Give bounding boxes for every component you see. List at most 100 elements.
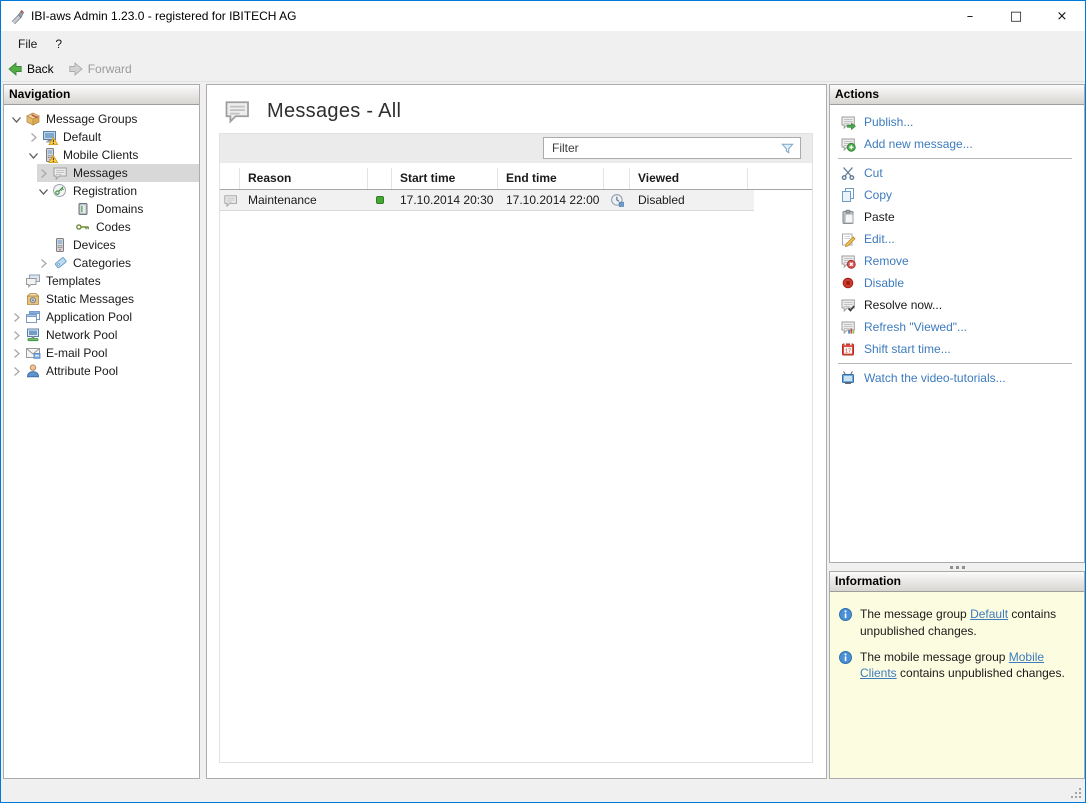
column-end-time[interactable]: End time [498,168,604,189]
calendar-icon [840,341,856,357]
chevron-down-icon[interactable] [10,113,23,126]
column-row-icon[interactable] [220,168,240,189]
navigation-panel: Navigation Message Groups Default Mobile… [3,84,200,779]
back-label: Back [27,62,54,76]
table-row[interactable]: Maintenance 17.10.2014 20:30 17.10.2014 … [220,190,754,211]
navigation-toolbar: Back Forward [1,56,1085,82]
action-label: Watch the video-tutorials... [864,371,1006,385]
paste-action[interactable]: Paste [830,206,1084,228]
action-label: Copy [864,188,892,202]
cut-action[interactable]: Cut [830,162,1084,184]
action-label: Resolve now... [864,298,942,312]
tree-item-static-messages[interactable]: Static Messages [10,290,199,308]
expander-spacer [60,221,73,234]
remove-action[interactable]: Remove [830,250,1084,272]
envelope-icon [25,345,41,361]
tree-item-email-pool[interactable]: E-mail Pool [10,344,199,362]
action-label: Edit... [864,232,895,246]
navigation-tree: Message Groups Default Mobile Clients Me… [4,105,199,380]
page-title: Messages - All [267,100,401,123]
tree-label: E-mail Pool [46,345,110,362]
watch-video-tutorials-action[interactable]: Watch the video-tutorials... [830,367,1084,389]
column-viewed-icon[interactable] [604,168,630,189]
chevron-right-icon[interactable] [37,257,50,270]
actions-list: Publish... Add new message... Cut Copy [830,105,1084,389]
tree-item-application-pool[interactable]: Application Pool [10,308,199,326]
tree-item-network-pool[interactable]: Network Pool [10,326,199,344]
tree-item-templates[interactable]: Templates [10,272,199,290]
back-button[interactable]: Back [7,61,54,77]
shift-start-time-action[interactable]: Shift start time... [830,338,1084,360]
tree-item-mobile-clients[interactable]: Mobile Clients [27,146,199,164]
tree-item-message-groups[interactable]: Message Groups [10,110,199,128]
tree-item-registration[interactable]: Registration [37,182,199,200]
column-start-time[interactable]: Start time [392,168,498,189]
double-bubble-icon [25,273,41,289]
info-text: The mobile message group Mobile Clients … [860,649,1076,683]
tree-item-domains[interactable]: Domains [60,200,199,218]
information-panel-header: Information [830,572,1084,592]
information-body: The message group Default contains unpub… [830,592,1084,778]
window-title: IBI-aws Admin 1.23.0 - registered for IB… [31,9,296,23]
column-reason[interactable]: Reason [240,168,368,189]
tree-item-devices[interactable]: Devices [37,236,199,254]
tree-item-attribute-pool[interactable]: Attribute Pool [10,362,199,380]
menu-file[interactable]: File [9,34,46,54]
close-button[interactable]: × [1039,1,1085,31]
info-text-before: The message group [860,607,970,621]
app-icon [9,8,25,24]
tree-label: Categories [73,255,134,272]
filter-input[interactable] [544,141,780,155]
chevron-right-icon[interactable] [37,167,50,180]
filter-funnel-icon[interactable] [780,141,795,156]
key-magnifier-icon [52,183,68,199]
chevron-right-icon[interactable] [10,329,23,342]
menu-help[interactable]: ? [46,34,71,54]
server-icon [75,201,91,217]
action-label: Add new message... [864,137,973,151]
resolve-now-action[interactable]: Resolve now... [830,294,1084,316]
default-group-link[interactable]: Default [970,607,1008,621]
app-windows-icon [25,309,41,325]
minimize-button[interactable]: – [947,1,993,31]
forward-button[interactable]: Forward [68,61,132,77]
chevron-right-icon[interactable] [10,347,23,360]
tree-label: Messages [73,165,131,182]
edit-action[interactable]: Edit... [830,228,1084,250]
resize-grip[interactable] [1069,786,1083,800]
column-status[interactable] [368,168,392,189]
panel-splitter-handle[interactable] [829,563,1085,571]
tv-icon [840,370,856,386]
person-icon [25,363,41,379]
chevron-down-icon[interactable] [27,149,40,162]
chevron-down-icon[interactable] [37,185,50,198]
column-viewed[interactable]: Viewed [630,168,748,189]
chevron-right-icon[interactable] [10,311,23,324]
expander-spacer [10,293,23,306]
copy-action[interactable]: Copy [830,184,1084,206]
tree-item-codes[interactable]: Codes [60,218,199,236]
tag-icon [52,255,68,271]
filter-strip [220,134,812,163]
workspace: Navigation Message Groups Default Mobile… [1,82,1085,781]
info-text: The message group Default contains unpub… [860,606,1076,640]
tree-item-categories[interactable]: Categories [37,254,199,272]
chevron-right-icon[interactable] [10,365,23,378]
maximize-button[interactable]: □ [993,1,1039,31]
publish-action[interactable]: Publish... [830,111,1084,133]
disable-action[interactable]: Disable [830,272,1084,294]
scissors-icon [840,165,856,181]
expander-spacer [10,275,23,288]
chevron-right-icon[interactable] [27,131,40,144]
tree-item-messages[interactable]: Messages [37,164,199,182]
messages-list-box: Reason Start time End time Viewed Mainte… [219,133,813,763]
action-label: Cut [864,166,883,180]
content-panel: Messages - All Reason Start time End tim… [206,84,827,779]
mobile-phone-icon [52,237,68,253]
add-new-message-action[interactable]: Add new message... [830,133,1084,155]
refresh-viewed-action[interactable]: Refresh "Viewed"... [830,316,1084,338]
tree-label: Message Groups [46,111,140,128]
navigation-panel-header: Navigation [4,85,199,105]
tree-item-default[interactable]: Default [27,128,199,146]
filter-field[interactable] [543,137,801,159]
